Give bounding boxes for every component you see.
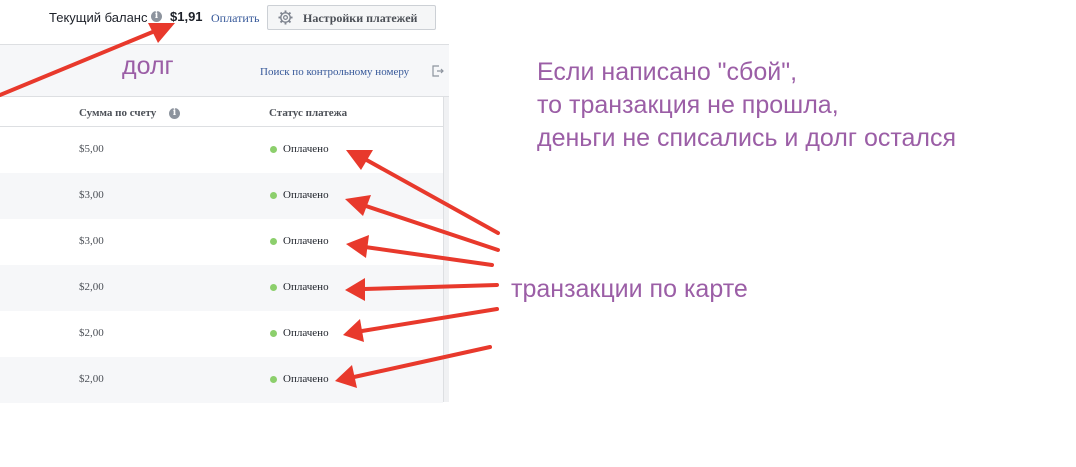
arrow-row-5: [360, 307, 499, 333]
arrow-row-3: [363, 245, 494, 267]
arrow-to-balance: [0, 29, 157, 97]
annotation-arrows: [0, 23, 500, 388]
arrow-row-1: [361, 156, 500, 235]
arrow-row-2: [361, 203, 500, 252]
arrow-row-4: [362, 283, 499, 291]
arrow-row-6: [352, 345, 492, 379]
